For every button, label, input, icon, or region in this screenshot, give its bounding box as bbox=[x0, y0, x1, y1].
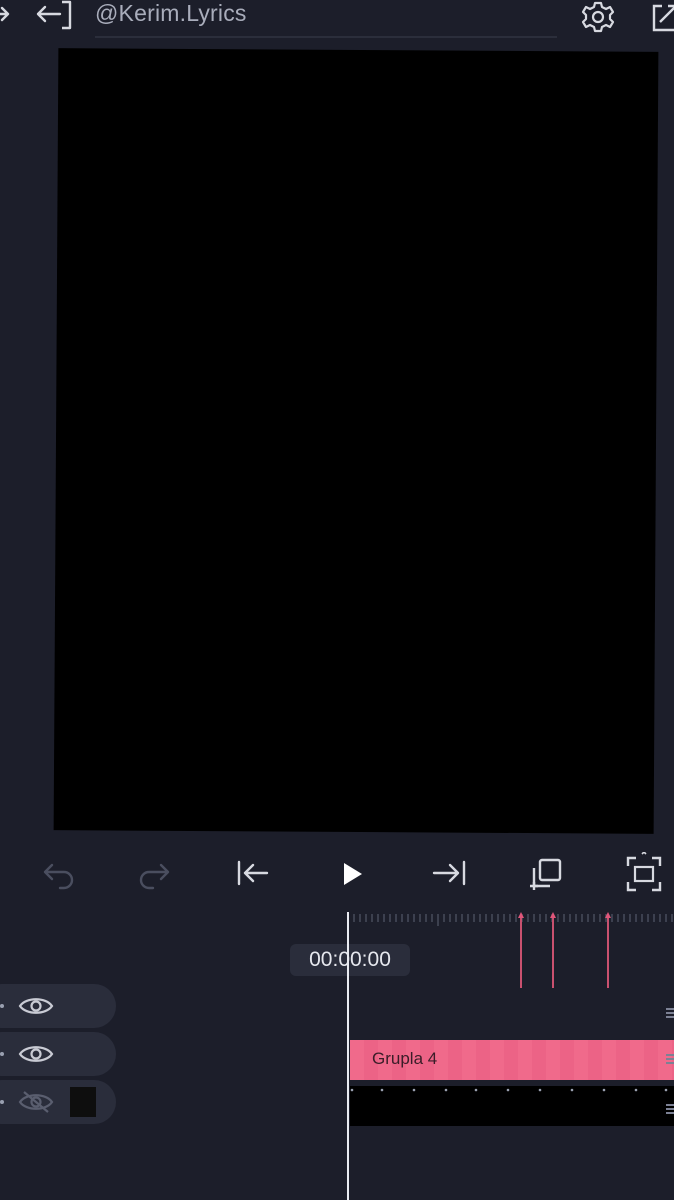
eye-icon[interactable] bbox=[18, 1041, 54, 1067]
fit-screen-icon[interactable] bbox=[624, 852, 664, 894]
title-underline bbox=[95, 36, 557, 38]
back-arrow-icon[interactable] bbox=[34, 0, 74, 30]
clip-label: Grupla 4 bbox=[372, 1049, 438, 1068]
gear-icon[interactable] bbox=[579, 0, 617, 36]
skip-to-start-icon[interactable] bbox=[233, 854, 273, 894]
duplicate-icon[interactable] bbox=[526, 854, 566, 894]
eye-off-icon[interactable] bbox=[18, 1089, 54, 1115]
layer-thumbnail bbox=[70, 1087, 96, 1117]
project-title[interactable]: @Kerim.Lyrics bbox=[95, 0, 247, 27]
timeline-ruler[interactable] bbox=[352, 912, 674, 926]
skip-to-end-icon[interactable] bbox=[430, 854, 470, 894]
clip-keyframe-dots bbox=[350, 1088, 668, 1092]
preview-area bbox=[0, 46, 674, 836]
keyframe-marker[interactable] bbox=[520, 914, 522, 988]
layer-handle[interactable] bbox=[0, 1100, 4, 1104]
layer-row-2[interactable] bbox=[0, 1032, 116, 1076]
playback-toolbar bbox=[0, 836, 674, 912]
play-icon[interactable] bbox=[332, 854, 372, 894]
redo-icon[interactable] bbox=[135, 854, 175, 894]
playhead[interactable] bbox=[347, 912, 349, 1200]
eye-icon[interactable] bbox=[18, 993, 54, 1019]
forward-arrow-icon[interactable] bbox=[0, 2, 12, 26]
track-menu-icon[interactable] bbox=[666, 1008, 674, 1018]
keyframe-tip bbox=[605, 912, 611, 918]
preview-canvas[interactable] bbox=[53, 48, 659, 834]
layer-handle[interactable] bbox=[0, 1052, 4, 1056]
timeline-panel: 00:00:00 Grupla 4 bbox=[0, 912, 674, 1200]
keyframe-marker[interactable] bbox=[607, 914, 609, 988]
group-clip[interactable]: Grupla 4 bbox=[350, 1040, 674, 1080]
track-menu-icon[interactable] bbox=[666, 1054, 674, 1064]
keyframe-marker[interactable] bbox=[552, 914, 554, 988]
export-icon[interactable] bbox=[648, 0, 674, 36]
top-bar: @Kerim.Lyrics bbox=[0, 0, 674, 46]
layer-handle[interactable] bbox=[0, 1004, 4, 1008]
keyframe-tip bbox=[550, 912, 556, 918]
keyframe-tip bbox=[518, 912, 524, 918]
undo-icon[interactable] bbox=[38, 854, 78, 894]
layer-row-1[interactable] bbox=[0, 984, 116, 1028]
track-menu-icon[interactable] bbox=[666, 1104, 674, 1114]
current-time-display: 00:00:00 bbox=[290, 944, 410, 976]
layer-row-3[interactable] bbox=[0, 1080, 116, 1124]
